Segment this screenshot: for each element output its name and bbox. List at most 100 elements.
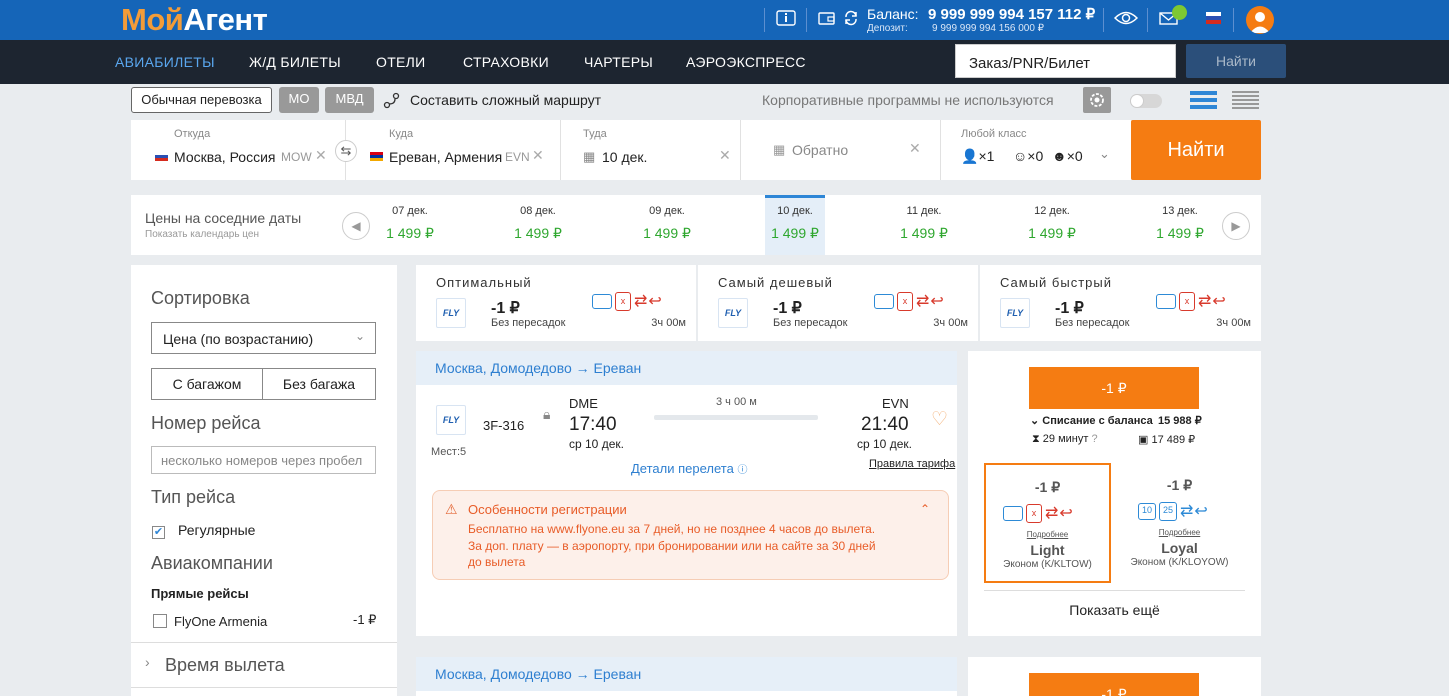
divider [131, 642, 397, 643]
flight-details-link[interactable]: Детали перелета ⓘ [631, 461, 747, 476]
lock-icon: 🔒︎ [543, 406, 551, 422]
date-cell[interactable]: 09 дек. 1 499 ₽ [637, 195, 697, 255]
tab-title: Оптимальный [436, 275, 532, 290]
passengers-field[interactable]: Любой класс 👤×1 ☺×0 ☻×0 ⌄ [941, 120, 1131, 180]
logo[interactable]: МойАгент [121, 2, 268, 38]
avatar[interactable] [1246, 6, 1274, 34]
infant-icon: ☻ [1052, 148, 1067, 164]
date-cell-selected[interactable]: 10 дек. 1 499 ₽ [765, 195, 825, 255]
hourglass-icon: ⧗ [1032, 433, 1043, 445]
timer: ⧗ 29 минут ? [1032, 433, 1098, 445]
chevron-down-icon: ⌄ [1030, 415, 1043, 427]
write-off-label: ⌄ Списание с баланса [1030, 415, 1153, 427]
search-form: Откуда Москва, Россия MOW ✕ ⇆ Куда Ерева… [131, 120, 1131, 180]
clear-there-icon[interactable]: ✕ [719, 147, 731, 164]
notice-line: За доп. плату — в аэропорту, при брониро… [468, 539, 876, 553]
nav-hotels[interactable]: ОТЕЛИ [376, 54, 426, 70]
tab-optimal[interactable]: Оптимальный FLY -1 ₽ Без пересадок x ⇄↩ 3… [416, 265, 696, 341]
complex-route-link[interactable]: Составить сложный маршрут [410, 92, 601, 108]
flag-ru-icon[interactable] [1206, 12, 1221, 24]
regular-checkbox[interactable]: ✔ [152, 526, 165, 539]
tab-duration: 3ч 00м [1216, 317, 1251, 329]
calendar-icon: ▦ [773, 142, 786, 157]
nav-charters[interactable]: ЧАРТЕРЫ [584, 54, 653, 70]
seats-left: Мест:5 [431, 446, 467, 458]
there-date-field[interactable]: Туда ▦ 10 дек. ✕ [561, 120, 741, 180]
date-cell[interactable]: 11 дек. 1 499 ₽ [894, 195, 954, 255]
chevron-down-icon[interactable]: ⌄ [1099, 146, 1110, 162]
without-baggage-button[interactable]: Без багажа [262, 368, 376, 400]
tab-stops: Без пересадок [1055, 317, 1130, 329]
airline-checkbox[interactable] [153, 614, 167, 628]
tab-fastest[interactable]: Самый быстрый FLY -1 ₽ Без пересадок x ⇄↩… [980, 265, 1261, 341]
flight-number-input[interactable]: несколько номеров через пробел [151, 446, 376, 474]
flight-duration: 3 ч 00 м [716, 396, 757, 408]
to-field[interactable]: Куда Ереван, Армения EVN ✕ [346, 120, 561, 180]
to-label: Куда [389, 128, 414, 140]
notice-line: до вылета [468, 555, 526, 569]
fare-loyal[interactable]: -1 ₽ 10 25 ⇄↩ Подробнее Loyal Эконом (K/KL… [1118, 463, 1245, 583]
pnr-input[interactable]: Заказ/PNR/Билет [955, 44, 1176, 78]
nav-aeroexpress[interactable]: АЭРОЭКСПРЕСС [686, 54, 806, 70]
help-icon[interactable]: ? [1091, 433, 1097, 445]
search-submit-button[interactable]: Найти [1131, 120, 1261, 180]
chevron-up-icon[interactable]: ⌃ [920, 502, 930, 516]
heart-icon[interactable]: ♡ [931, 408, 948, 431]
mvd-button[interactable]: МВД [325, 87, 374, 113]
tab-price: -1 ₽ [1055, 300, 1084, 317]
sort-select[interactable]: Цена (по возрастанию) ⌄ [151, 322, 376, 354]
route-icon[interactable] [383, 92, 401, 110]
date-cell[interactable]: 08 дек. 1 499 ₽ [508, 195, 568, 255]
date-cell[interactable]: 07 дек. 1 499 ₽ [380, 195, 440, 255]
nav-avia[interactable]: АВИАБИЛЕТЫ [115, 54, 215, 70]
departure-time-filter[interactable]: Время вылета [165, 655, 285, 676]
buy-button[interactable]: -1 ₽ [1029, 367, 1199, 409]
exchange-icon: ⇄ [1180, 503, 1194, 520]
fare-more-link[interactable]: Подробнее [986, 530, 1109, 539]
nearby-dates: Цены на соседние даты Показать календарь… [131, 195, 1261, 255]
nav-insurance[interactable]: СТРАХОВКИ [463, 54, 549, 70]
date-cell[interactable]: 13 дек. 1 499 ₽ [1150, 195, 1210, 255]
fare-more-link[interactable]: Подробнее [1118, 528, 1241, 537]
fare-price: -1 ₽ [1034, 479, 1061, 495]
refund-icon: ↩ [1194, 503, 1208, 520]
wallet-icon[interactable] [816, 10, 838, 30]
with-baggage-button[interactable]: С багажом [151, 368, 263, 400]
fare-name: Loyal [1161, 540, 1198, 556]
chevron-left-icon[interactable]: ◀ [342, 212, 370, 240]
price-calendar-link[interactable]: Показать календарь цен [145, 229, 259, 240]
tariff-rules-link[interactable]: Правила тарифа [869, 458, 955, 470]
no-baggage-icon: x [897, 291, 913, 311]
back-date-field[interactable]: ▦ Обратно ✕ [741, 120, 941, 180]
sort-value: Цена (по возрастанию) [163, 331, 314, 347]
fare-light[interactable]: -1 ₽ x ⇄↩ Подробнее Light Эконом (K/KLTOW… [984, 463, 1111, 583]
corporate-label: Корпоративные программы не используются [762, 92, 1054, 108]
clear-back-icon[interactable]: ✕ [909, 140, 921, 157]
from-field[interactable]: Откуда Москва, Россия MOW ✕ [131, 120, 346, 180]
regular-transport-button[interactable]: Обычная перевозка [131, 87, 272, 113]
clear-from-icon[interactable]: ✕ [315, 147, 327, 164]
child-icon: ☺ [1013, 148, 1028, 164]
logo-part2: Агент [183, 2, 268, 37]
swap-icon[interactable]: ⇆ [335, 140, 357, 162]
clear-to-icon[interactable]: ✕ [532, 147, 544, 164]
gear-icon[interactable] [1083, 87, 1111, 113]
eye-icon[interactable] [1113, 10, 1139, 30]
pnr-find-button[interactable]: Найти [1186, 44, 1286, 78]
info-icon[interactable] [775, 10, 797, 30]
date-cell[interactable]: 12 дек. 1 499 ₽ [1022, 195, 1082, 255]
class-label: Любой класс [961, 128, 1027, 140]
regular-label: Регулярные [178, 522, 256, 538]
list-view-icon[interactable] [1190, 91, 1217, 109]
buy-button[interactable]: -1 ₽ [1029, 673, 1199, 696]
show-more-button[interactable]: Показать ещё [984, 602, 1245, 618]
airline-price: -1 ₽ [353, 612, 377, 627]
refresh-icon[interactable] [840, 10, 862, 30]
no-refund-icon: ↩ [1212, 293, 1226, 310]
mo-button[interactable]: МО [279, 87, 319, 113]
chevron-right-icon[interactable]: ▶ [1222, 212, 1250, 240]
compact-view-icon[interactable] [1232, 91, 1259, 109]
corporate-toggle[interactable] [1130, 94, 1162, 108]
tab-cheapest[interactable]: Самый дешевый FLY -1 ₽ Без пересадок x ⇄↩… [698, 265, 978, 341]
nav-rail[interactable]: Ж/Д БИЛЕТЫ [249, 54, 341, 70]
